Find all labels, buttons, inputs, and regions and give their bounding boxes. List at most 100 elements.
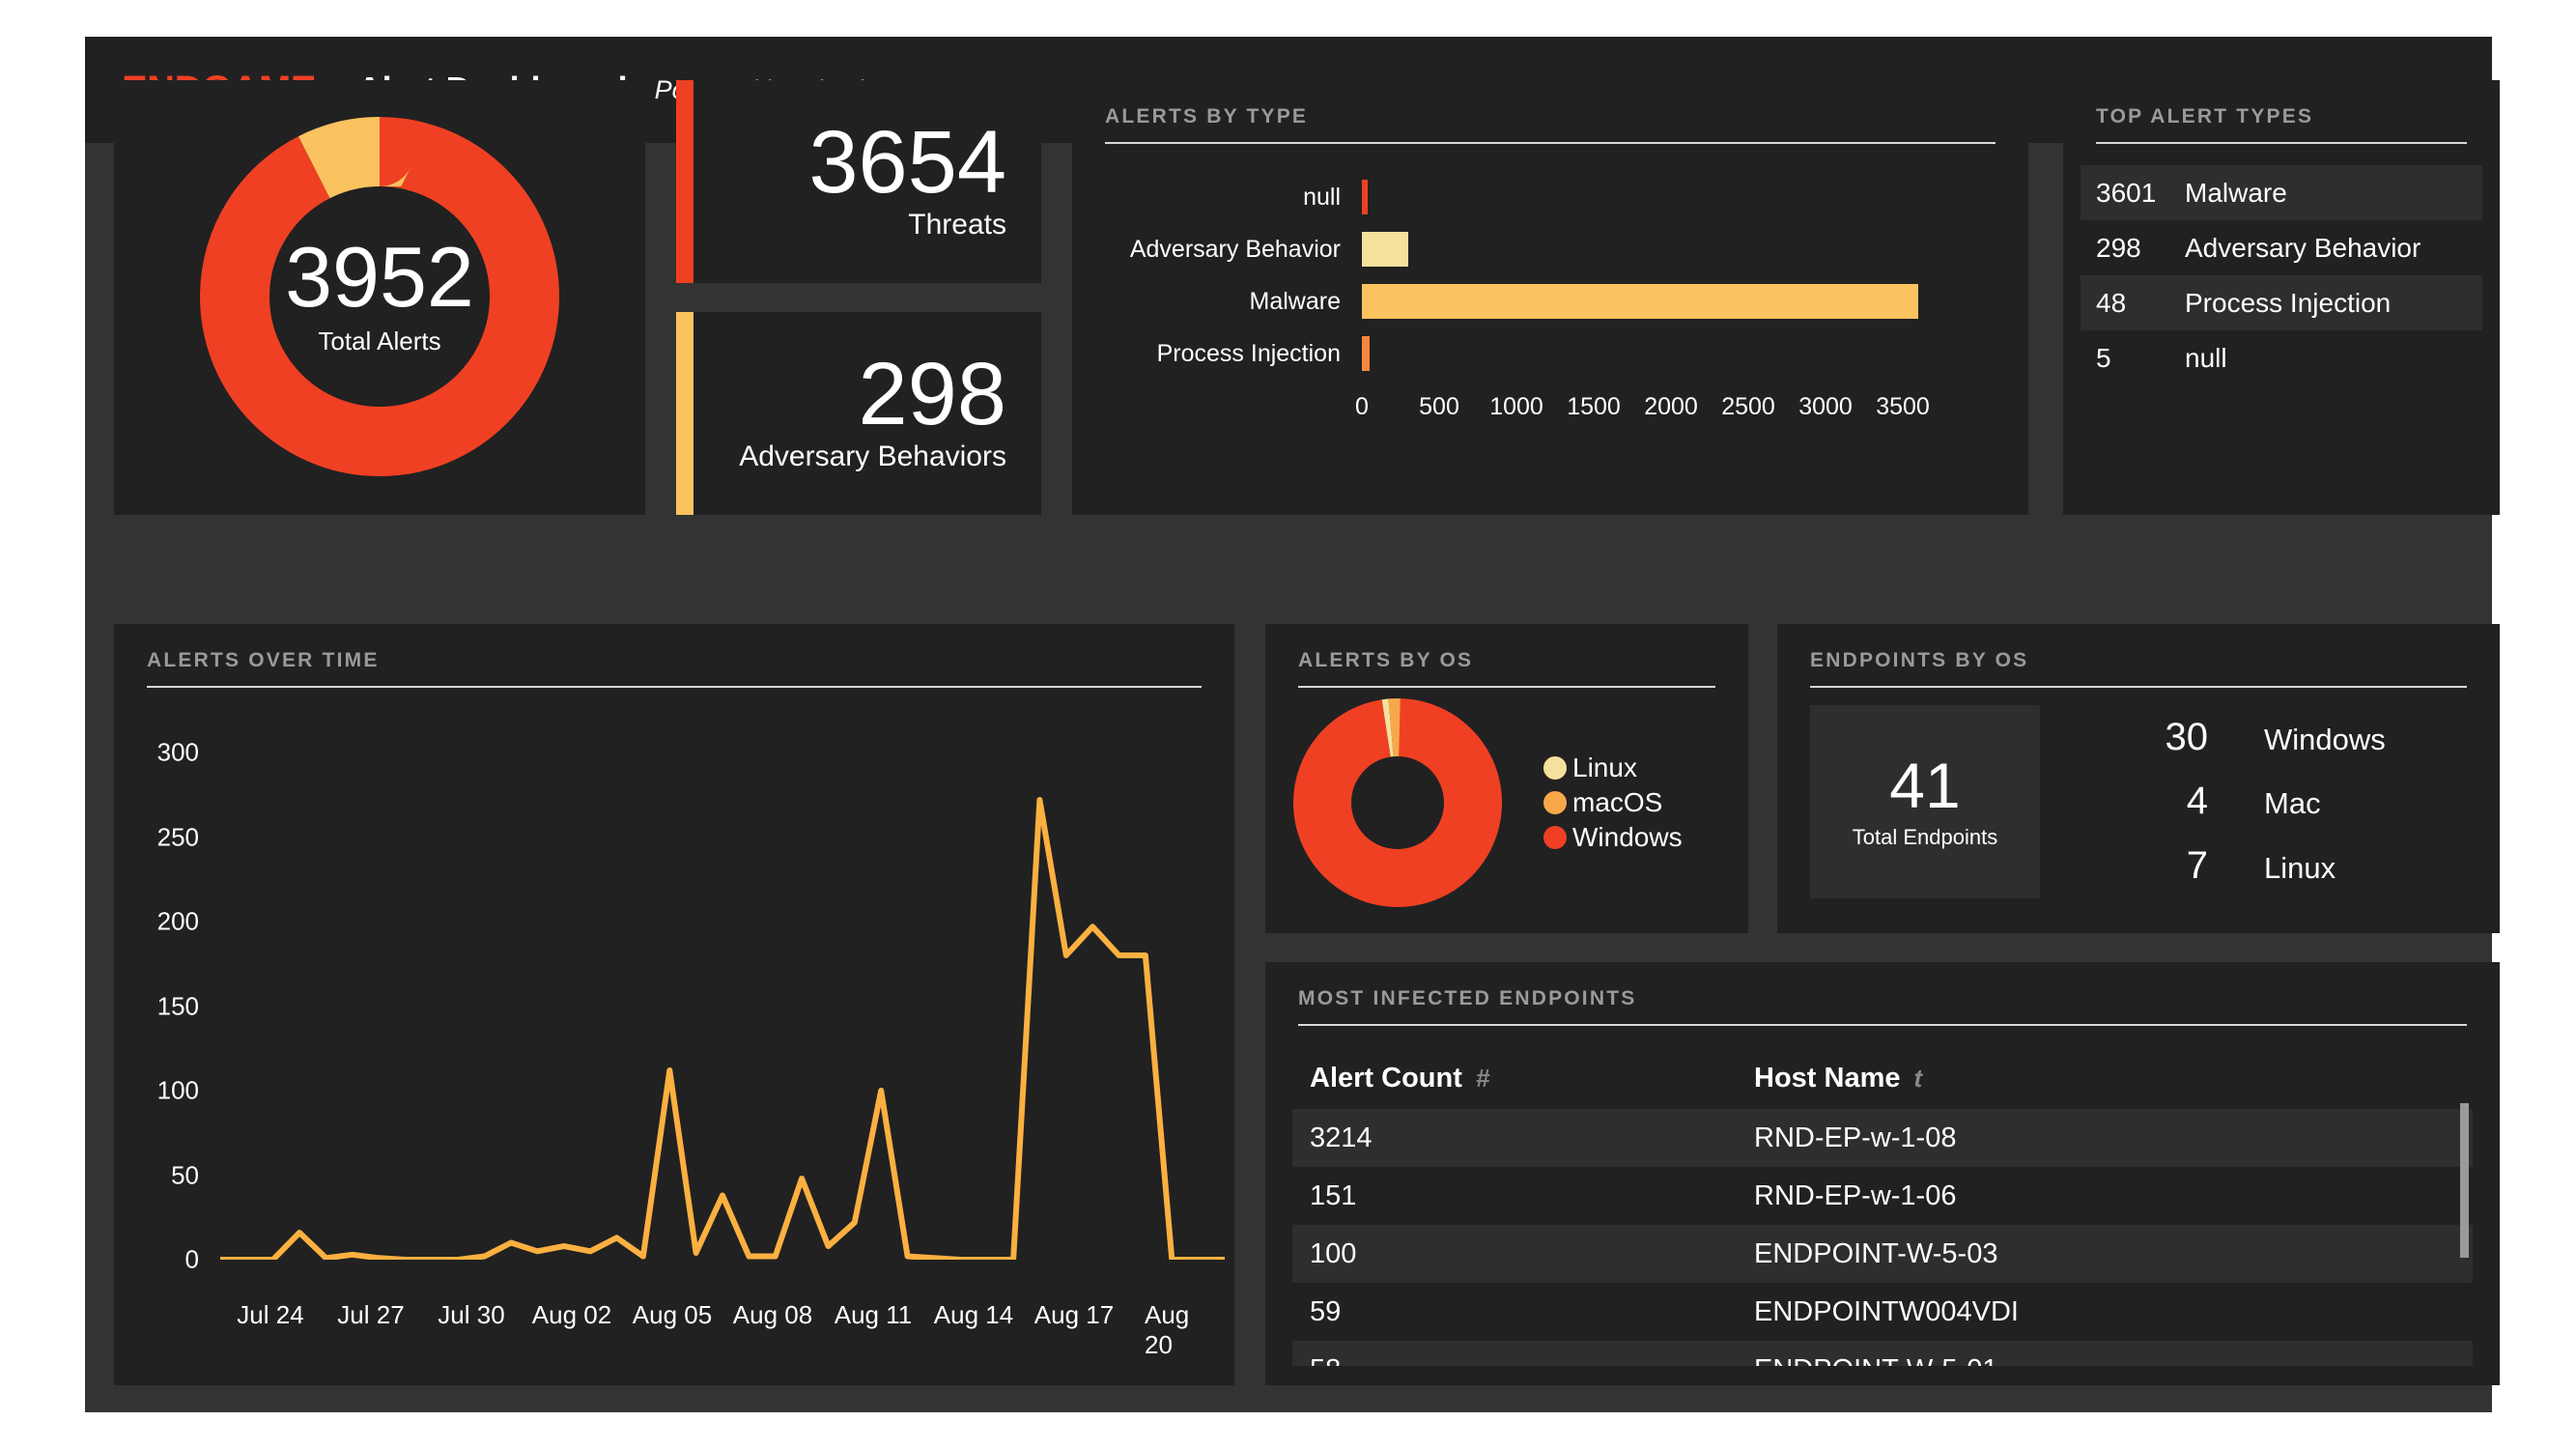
alert-type-name: Process Injection (2185, 287, 2392, 318)
cell-host-name: RND-EP-w-1-06 (1754, 1179, 1957, 1211)
alerts-by-os-panel: Alerts by OS Linux macOS Windows (1265, 624, 1748, 933)
kpi-threats[interactable]: 3654 Threats (676, 80, 1041, 283)
x-tick-label: Aug 14 (933, 1300, 1014, 1329)
alerts-by-os-title: Alerts by OS (1298, 649, 1474, 671)
total-endpoints-label: Total Endpoints (1852, 825, 1998, 849)
x-tick-label: 3500 (1876, 393, 1930, 420)
cell-host-name: ENDPOINT-W-5-01 (1754, 1354, 1997, 1367)
bar-track (1362, 327, 2028, 380)
legend-item[interactable]: macOS (1543, 787, 1683, 818)
alerts-over-time-chart[interactable]: 0 50 100 150 200 250 300 Jul 24 Jul 27 Jul 30 Aug… (114, 707, 1234, 1359)
alerts-by-type-panel: Alerts by Type null Adversary Behavior Mal… (1072, 80, 2028, 515)
total-alerts-label: Total Alerts (318, 327, 441, 356)
total-alerts-donut[interactable]: 3952 Total Alerts (186, 103, 573, 490)
kpi-adversary-behaviors[interactable]: 298 Adversary Behaviors (676, 312, 1041, 515)
x-tick-label: 2000 (1644, 393, 1698, 420)
endpoints-by-os-rule (1810, 686, 2467, 688)
table-row[interactable]: 58ENDPOINT-W-5-01 (1292, 1341, 2473, 1366)
legend-label: Windows (1572, 822, 1683, 852)
bar-fill[interactable] (1362, 336, 1370, 371)
alert-type-count: 298 (2096, 232, 2141, 263)
legend-item[interactable]: Windows (1543, 822, 1683, 853)
total-alerts-value: 3952 (285, 228, 474, 325)
cell-host-name: RND-EP-w-1-08 (1754, 1122, 1957, 1153)
most-infected-endpoints-title: Most Infected Endpoints (1298, 987, 1637, 1009)
bar-row: null (1072, 171, 2028, 223)
column-header-host-name[interactable]: Host Name t (1754, 1063, 1922, 1094)
x-tick-label: Aug 02 (531, 1300, 612, 1329)
endpoints-by-os-panel: Endpoints by OS 41 Total Endpoints 30 Win… (1777, 624, 2500, 933)
column-header-alert-count[interactable]: Alert Count # (1310, 1063, 1754, 1094)
bar-track (1362, 223, 2028, 275)
text-type-icon: t (1913, 1063, 1923, 1093)
y-tick-label: 50 (171, 1160, 199, 1189)
bar-track (1362, 171, 2028, 223)
bar-category-label: Adversary Behavior (1129, 235, 1341, 263)
alerts-by-os-rule (1298, 686, 1715, 688)
table-header-row: Alert Count # Host Name t (1292, 1047, 2473, 1109)
alerts-over-time-panel: Alerts Over Time 0 50 100 150 200 250 300 Jul … (114, 624, 1234, 1385)
kpi-threats-accent (676, 80, 694, 283)
list-item[interactable]: 4 Mac (2094, 780, 2386, 823)
x-tick-label: Jul 24 (237, 1300, 304, 1329)
endpoints-by-os-title: Endpoints by OS (1810, 649, 2029, 671)
top-alert-types-rule (2096, 142, 2467, 144)
cell-alert-count: 151 (1310, 1179, 1357, 1211)
kpi-adversary-label: Adversary Behaviors (739, 440, 1006, 473)
alerts-over-time-rule (147, 686, 1202, 688)
alerts-over-time-title: Alerts Over Time (147, 649, 380, 671)
alerts-by-os-donut[interactable] (1292, 697, 1503, 908)
kpi-adversary-value: 298 (858, 344, 1007, 443)
column-header-host-name-label: Host Name (1754, 1062, 1901, 1094)
endpoint-os-name: Linux (2264, 851, 2336, 886)
list-item[interactable]: 5 null (2081, 330, 2482, 385)
y-tick-label: 0 (184, 1244, 199, 1274)
bar-category-label: Process Injection (1156, 339, 1341, 367)
x-tick-label: Jul 27 (337, 1300, 405, 1329)
x-tick-label: 1000 (1489, 393, 1543, 420)
bar-category-label: Malware (1249, 287, 1341, 315)
table-row[interactable]: 3214 RND-EP-w-1-08 (1292, 1109, 2473, 1167)
bar-category-label: null (1303, 183, 1341, 211)
y-tick-label: 300 (156, 737, 199, 767)
y-tick-label: 250 (156, 822, 199, 851)
endpoint-os-count: 30 (2165, 715, 2209, 758)
alerts-over-time-line (220, 797, 1225, 1260)
kpi-threats-value: 3654 (808, 112, 1006, 212)
bar-fill[interactable] (1362, 284, 1919, 319)
x-tick-label: Aug 11 (834, 1300, 913, 1329)
table-row[interactable]: 59 ENDPOINTW004VDI (1292, 1283, 2473, 1341)
endpoints-by-os-list: 30 Windows 4 Mac 7 Linux (2094, 705, 2386, 898)
cell-alert-count: 59 (1310, 1295, 1342, 1327)
table-scrollbar[interactable] (2460, 1103, 2469, 1258)
alerts-by-type-title: Alerts by Type (1105, 105, 1309, 128)
list-item[interactable]: 7 Linux (2094, 844, 2386, 888)
alert-type-count: 3601 (2096, 177, 2157, 208)
legend-label: Linux (1572, 753, 1637, 782)
list-item[interactable]: 30 Windows (2094, 716, 2386, 759)
list-item[interactable]: 48 Process Injection (2081, 275, 2482, 330)
legend-item[interactable]: Linux (1543, 753, 1683, 783)
total-endpoints-card[interactable]: 41 Total Endpoints (1810, 705, 2040, 898)
cell-host-name: ENDPOINTW004VDI (1754, 1295, 2019, 1327)
top-alert-types-list: 3601 Malware 298 Adversary Behavior 48 Proces… (2081, 165, 2482, 385)
endpoint-os-name: Windows (2264, 722, 2386, 756)
bar-fill[interactable] (1362, 180, 1368, 214)
x-tick-label: Aug 08 (732, 1300, 813, 1329)
total-alerts-panel: 3952 Total Alerts (114, 80, 645, 515)
number-type-icon: # (1475, 1063, 1490, 1093)
most-infected-endpoints-table: Alert Count # Host Name t 3214 RND-EP-w-1… (1292, 1047, 2473, 1366)
column-header-alert-count-label: Alert Count (1310, 1062, 1462, 1094)
bar-track (1362, 275, 2028, 327)
x-tick-label: Aug 20 (1145, 1300, 1190, 1359)
alerts-by-type-xaxis: 0 500 1000 1500 2000 2500 3000 3500 (1355, 393, 2028, 426)
list-item[interactable]: 298 Adversary Behavior (2081, 220, 2482, 275)
list-item[interactable]: 3601 Malware (2081, 165, 2482, 220)
bar-row: Process Injection (1072, 327, 2028, 380)
most-infected-endpoints-rule (1298, 1024, 2467, 1026)
x-tick-label: Jul 30 (438, 1300, 505, 1329)
table-row[interactable]: 151 RND-EP-w-1-06 (1292, 1167, 2473, 1225)
table-row[interactable]: 100 ENDPOINT-W-5-03 (1292, 1225, 2473, 1283)
bar-fill[interactable] (1362, 232, 1408, 267)
alerts-by-type-chart: null Adversary Behavior Malware Process Inj… (1072, 171, 2028, 380)
